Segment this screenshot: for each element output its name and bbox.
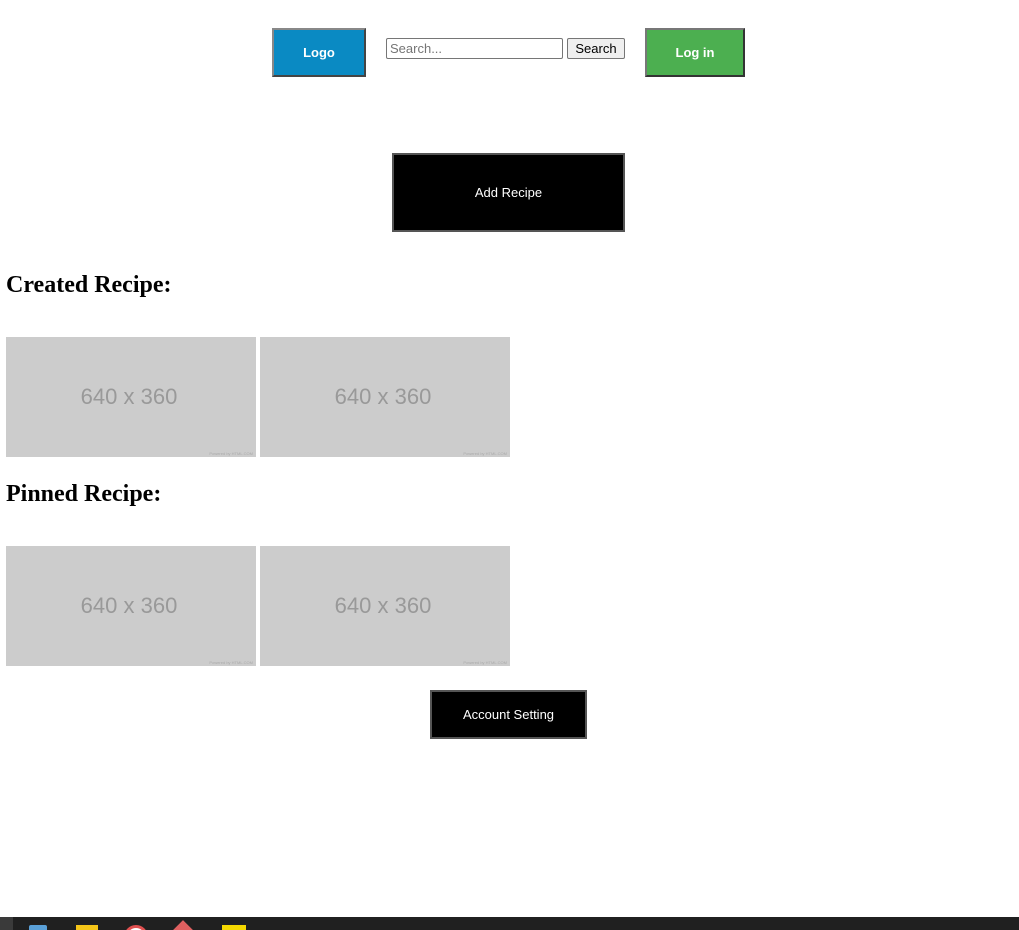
- created-recipe-card[interactable]: 640 x 360 Powered by HTML.COM: [260, 337, 510, 457]
- search-input[interactable]: [386, 38, 563, 59]
- placeholder-image-credit: Powered by HTML.COM: [463, 451, 507, 456]
- app-icon[interactable]: [29, 925, 47, 930]
- browser-icon[interactable]: [124, 925, 148, 930]
- pinned-recipe-card[interactable]: 640 x 360 Powered by HTML.COM: [6, 546, 256, 666]
- file-explorer-icon[interactable]: [76, 925, 98, 930]
- account-setting-button[interactable]: Account Setting: [430, 690, 587, 739]
- placeholder-image-label: 640 x 360: [80, 384, 178, 409]
- pinned-recipe-card[interactable]: 640 x 360 Powered by HTML.COM: [260, 546, 510, 666]
- placeholder-image-label: 640 x 360: [334, 384, 432, 409]
- created-recipe-heading: Created Recipe:: [6, 272, 172, 298]
- app-icon[interactable]: [173, 920, 193, 930]
- logo-button[interactable]: Logo: [272, 28, 366, 77]
- app-icon[interactable]: [222, 925, 246, 930]
- search-button[interactable]: Search: [567, 38, 625, 59]
- placeholder-image-credit: Powered by HTML.COM: [209, 451, 253, 456]
- add-recipe-button[interactable]: Add Recipe: [392, 153, 625, 232]
- pinned-recipe-heading: Pinned Recipe:: [6, 481, 162, 507]
- login-button[interactable]: Log in: [645, 28, 745, 77]
- placeholder-image-label: 640 x 360: [80, 593, 178, 618]
- created-recipe-card[interactable]: 640 x 360 Powered by HTML.COM: [6, 337, 256, 457]
- start-icon[interactable]: [0, 917, 13, 930]
- placeholder-image-label: 640 x 360: [334, 593, 432, 618]
- placeholder-image-credit: Powered by HTML.COM: [463, 660, 507, 665]
- taskbar: [0, 917, 1019, 930]
- placeholder-image-credit: Powered by HTML.COM: [209, 660, 253, 665]
